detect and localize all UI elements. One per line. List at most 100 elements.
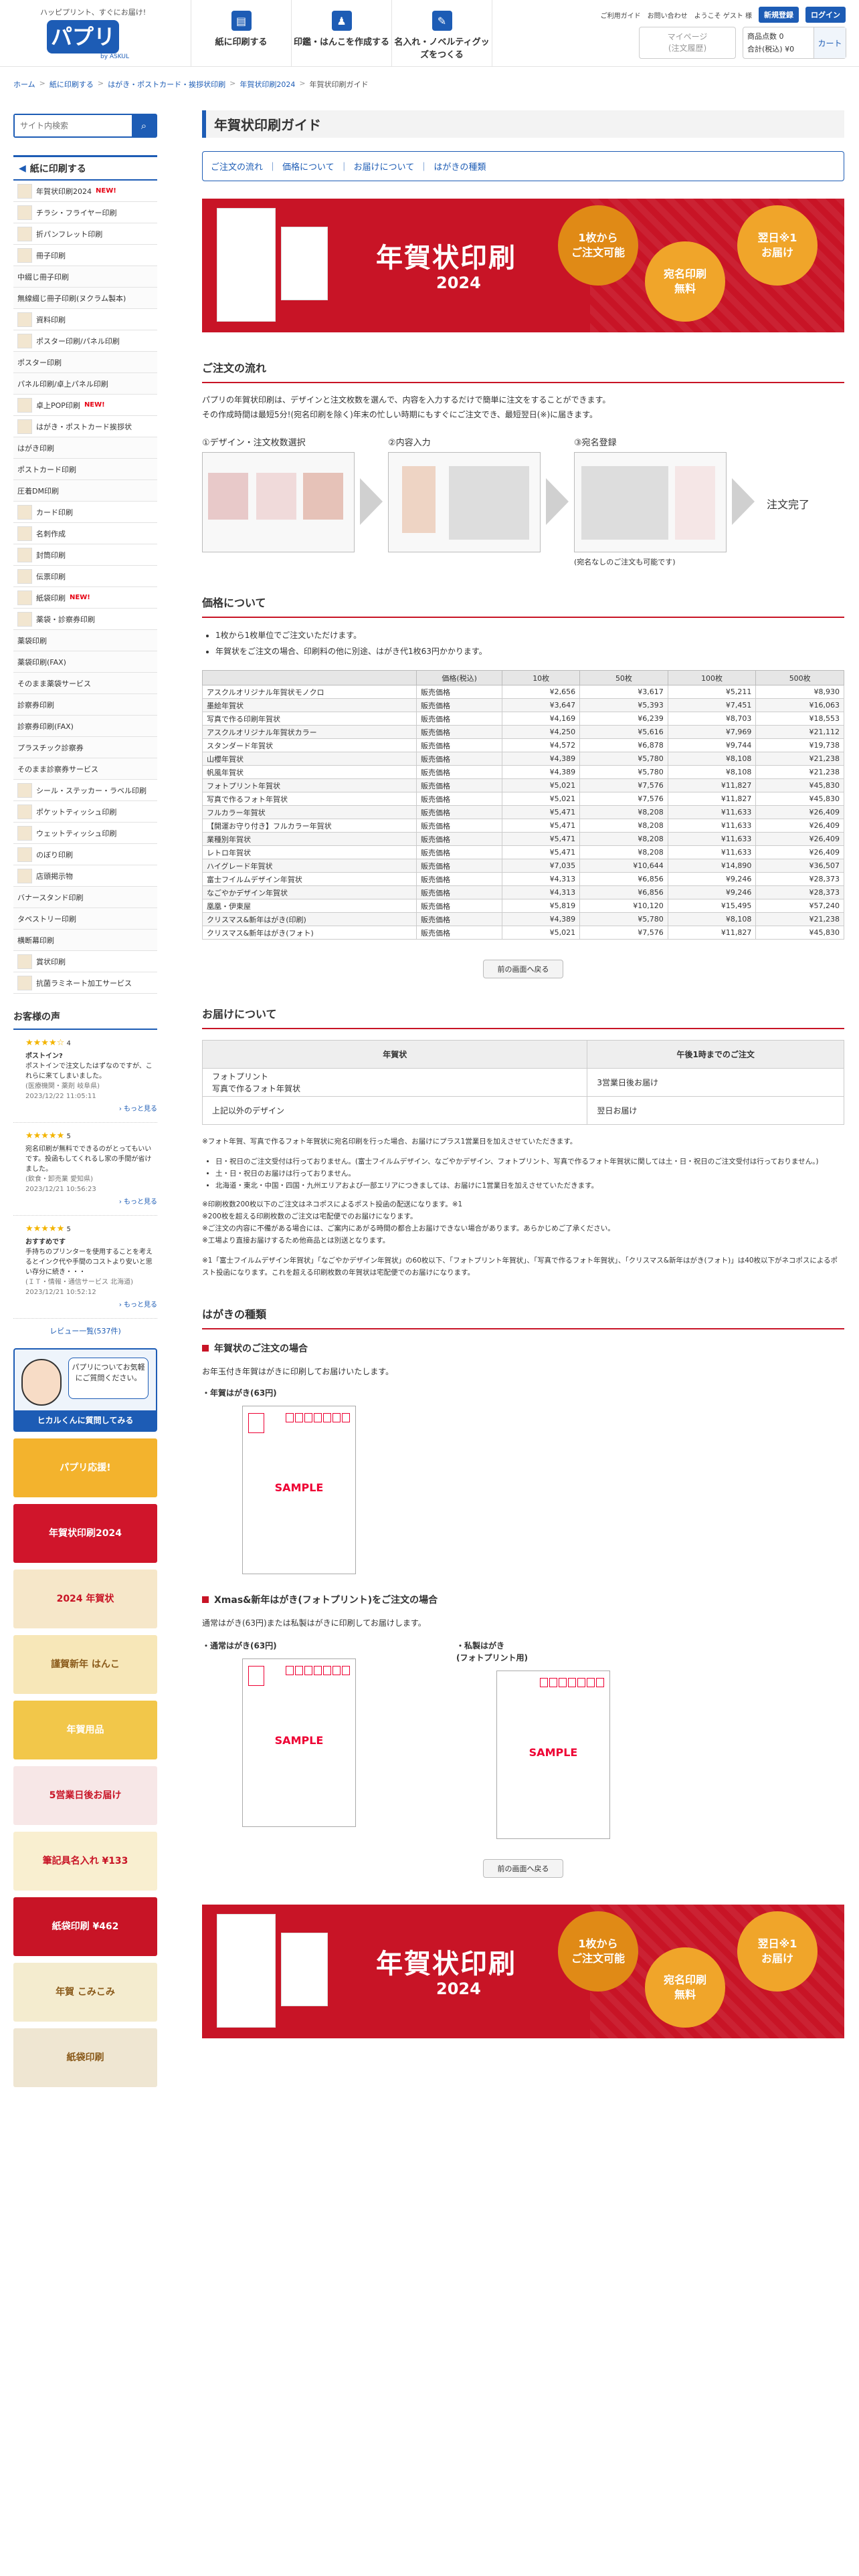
breadcrumb-item[interactable]: 年賀状印刷2024 bbox=[240, 79, 295, 90]
sidebar-item[interactable]: 折パンフレット印刷 bbox=[13, 223, 157, 245]
sidebar-item[interactable]: 圧着DM印刷 bbox=[13, 480, 157, 502]
side-banner[interactable]: 5営業日後お届け bbox=[13, 1766, 157, 1825]
gnav-print-paper[interactable]: ▤ 紙に印刷する bbox=[191, 0, 292, 66]
cart-box[interactable]: 商品点数 0 合計(税込) ¥0 カート bbox=[743, 27, 846, 59]
side-banner[interactable]: 2024 年賀状 bbox=[13, 1570, 157, 1628]
back-button-2[interactable]: 前の画面へ戻る bbox=[483, 1859, 563, 1878]
sidebar-item[interactable]: パネル印刷/卓上パネル印刷 bbox=[13, 373, 157, 395]
sidebar-item[interactable]: 薬袋印刷(FAX) bbox=[13, 651, 157, 673]
register-button[interactable]: 新規登録 bbox=[759, 7, 799, 23]
cart-button[interactable]: カート bbox=[814, 27, 846, 58]
sidebar-item[interactable]: カード印刷 bbox=[13, 502, 157, 523]
sidebar-item[interactable]: バナースタンド印刷 bbox=[13, 887, 157, 908]
sidebar-item[interactable]: ウェットティッシュ印刷 bbox=[13, 823, 157, 844]
sidebar-item-label: ポスター印刷 bbox=[17, 358, 62, 367]
table-row: ハイグレード年賀状 販売価格 ¥7,035 ¥10,644 ¥14,890 ¥36,507 bbox=[202, 859, 844, 873]
side-banner[interactable]: 年賀用品 bbox=[13, 1701, 157, 1759]
sidebar-item-label: のぼり印刷 bbox=[36, 850, 73, 859]
review-all-link[interactable]: レビュー一覧(537件) bbox=[13, 1325, 157, 1336]
sidebar-item[interactable]: 封筒印刷 bbox=[13, 544, 157, 566]
anchor-price[interactable]: 価格について bbox=[282, 160, 335, 173]
price-col-header: 50枚 bbox=[579, 670, 668, 685]
sidebar-item[interactable]: 賞状印刷 bbox=[13, 951, 157, 972]
new-badge: NEW! bbox=[70, 594, 90, 601]
site-logo[interactable]: パプリ bbox=[47, 20, 119, 53]
kind1-text: お年玉付き年賀はがきに印刷してお届けいたします。 bbox=[202, 1367, 394, 1376]
sidebar-item[interactable]: 診察券印刷(FAX) bbox=[13, 716, 157, 737]
gnav-novelty[interactable]: ✎ 名入れ・ノベルティグッズをつくる bbox=[392, 0, 492, 66]
sidebar-item[interactable]: 店頭掲示物 bbox=[13, 865, 157, 887]
price-cell: ¥11,633 bbox=[667, 805, 757, 819]
anchor-kinds[interactable]: はがきの種類 bbox=[434, 160, 486, 173]
price-cell: ¥28,373 bbox=[755, 872, 844, 886]
price-cell: ¥18,553 bbox=[755, 712, 844, 726]
sidebar-item[interactable]: 資料印刷 bbox=[13, 309, 157, 330]
mypage-button[interactable]: マイページ (注文履歴) bbox=[639, 27, 736, 59]
sidebar-item[interactable]: 紙袋印刷 NEW! bbox=[13, 587, 157, 609]
sidebar-item[interactable]: 薬袋・診察券印刷 bbox=[13, 609, 157, 630]
sidebar-item[interactable]: 冊子印刷 bbox=[13, 245, 157, 266]
sidebar-item[interactable]: ポストカード印刷 bbox=[13, 459, 157, 480]
sidebar-item[interactable]: チラシ・フライヤー印刷 bbox=[13, 202, 157, 223]
side-banner[interactable]: 紙袋印刷 bbox=[13, 2028, 157, 2087]
sidebar-heading: ◀ 紙に印刷する bbox=[13, 155, 157, 181]
sidebar-item[interactable]: 横断幕印刷 bbox=[13, 930, 157, 951]
sidebar-item[interactable]: 無線綴じ冊子印刷(ヌクラム製本) bbox=[13, 288, 157, 309]
delivery-heading: お届けについて bbox=[202, 1005, 844, 1029]
sidebar-item[interactable]: 年賀状印刷2024 NEW! bbox=[13, 181, 157, 202]
gnav-stamp[interactable]: ♟ 印鑑・はんこを作成する bbox=[292, 0, 392, 66]
sidebar-item-label: シール・ステッカー・ラベル印刷 bbox=[36, 786, 147, 795]
sidebar-item[interactable]: 名刺作成 bbox=[13, 523, 157, 544]
sidebar-item[interactable]: 薬袋印刷 bbox=[13, 630, 157, 651]
breadcrumb-item[interactable]: ホーム bbox=[13, 79, 35, 90]
sidebar-item[interactable]: 抗菌ラミネート加工サービス bbox=[13, 972, 157, 994]
anchor-delivery[interactable]: お届けについて bbox=[354, 160, 415, 173]
logo-sub: by ASKUL bbox=[100, 53, 130, 60]
sidebar-item[interactable]: ポスター印刷/パネル印刷 bbox=[13, 330, 157, 352]
hero-banner-bottom[interactable]: 年賀状印刷 2024 1枚から ご注文可能 宛名印刷 無料 翌日※1 お届け bbox=[202, 1905, 844, 2038]
side-banner[interactable]: 紙袋印刷 ¥462 bbox=[13, 1897, 157, 1956]
review-more-link[interactable]: › もっと見る bbox=[25, 1300, 157, 1310]
mascot-cta[interactable]: ヒカルくんに質問してみる bbox=[15, 1410, 156, 1430]
side-banner[interactable]: 年賀状印刷2024 bbox=[13, 1504, 157, 1563]
search-input[interactable] bbox=[15, 115, 132, 136]
sidebar-item-label: プラスチック診察券 bbox=[17, 743, 84, 752]
sidebar-item-label: 診察券印刷(FAX) bbox=[17, 722, 74, 731]
review-more-link[interactable]: › もっと見る bbox=[25, 1197, 157, 1207]
sidebar-item[interactable]: のぼり印刷 bbox=[13, 844, 157, 865]
price-cell: ¥6,856 bbox=[579, 885, 668, 899]
side-banner[interactable]: パプリ応援! bbox=[13, 1438, 157, 1497]
sidebar-item[interactable]: 中綴じ冊子印刷 bbox=[13, 266, 157, 288]
sidebar-item-label: 抗菌ラミネート加工サービス bbox=[36, 978, 132, 988]
sidebar-item[interactable]: 伝票印刷 bbox=[13, 566, 157, 587]
sidebar-item[interactable]: シール・ステッカー・ラベル印刷 bbox=[13, 780, 157, 801]
sidebar-item[interactable]: プラスチック診察券 bbox=[13, 737, 157, 758]
price-cell: ¥26,409 bbox=[755, 819, 844, 833]
login-button[interactable]: ログイン bbox=[805, 7, 846, 23]
sidebar-item[interactable]: タペストリー印刷 bbox=[13, 908, 157, 930]
back-button[interactable]: 前の画面へ戻る bbox=[483, 960, 563, 978]
price-cell: 販売価格 bbox=[415, 912, 503, 926]
anchor-flow[interactable]: ご注文の流れ bbox=[211, 160, 263, 173]
sidebar-item[interactable]: はがき印刷 bbox=[13, 437, 157, 459]
hero-banner[interactable]: 年賀状印刷 2024 1枚から ご注文可能 宛名印刷 無料 翌日※1 お届け bbox=[202, 199, 844, 332]
breadcrumb-item[interactable]: 紙に印刷する bbox=[50, 79, 94, 90]
side-banner[interactable]: 筆記具名入れ ¥133 bbox=[13, 1832, 157, 1891]
side-banner[interactable]: 年賀 こみこみ bbox=[13, 1963, 157, 2022]
contact-link[interactable]: お問い合わせ bbox=[648, 10, 688, 20]
sidebar-item[interactable]: 卓上POP印刷 NEW! bbox=[13, 395, 157, 416]
sidebar-item[interactable]: そのまま診察券サービス bbox=[13, 758, 157, 780]
sidebar-item[interactable]: ポスター印刷 bbox=[13, 352, 157, 373]
breadcrumb-item[interactable]: はがき・ポストカード・挨拶状印刷 bbox=[108, 79, 225, 90]
sidebar-item[interactable]: 診察券印刷 bbox=[13, 694, 157, 716]
guide-link[interactable]: ご利用ガイド bbox=[601, 10, 641, 20]
sidebar-item[interactable]: そのまま薬袋サービス bbox=[13, 673, 157, 694]
mascot-banner[interactable]: パプリについてお気軽にご質問ください。 ヒカルくんに質問してみる bbox=[13, 1348, 157, 1432]
price-cell: 山櫻年賀状 bbox=[202, 752, 417, 766]
sidebar-item[interactable]: はがき・ポストカード挨拶状 bbox=[13, 416, 157, 437]
search-icon[interactable]: ⌕ bbox=[132, 115, 156, 136]
review-more-link[interactable]: › もっと見る bbox=[25, 1104, 157, 1114]
price-cell: ¥26,409 bbox=[755, 805, 844, 819]
side-banner[interactable]: 謹賀新年 はんこ bbox=[13, 1635, 157, 1694]
sidebar-item[interactable]: ポケットティッシュ印刷 bbox=[13, 801, 157, 823]
